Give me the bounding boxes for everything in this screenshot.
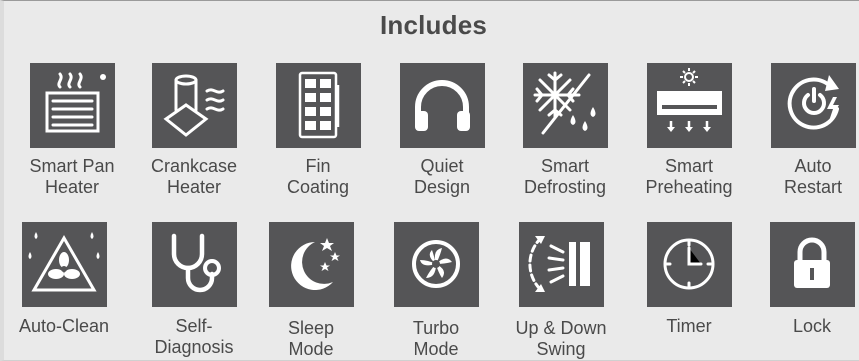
feature-label: Smart Defrosting [523, 156, 607, 197]
feature-label: Lock [792, 316, 832, 336]
feature-label: Turbo Mode [412, 318, 460, 359]
feature-label: Quiet Design [413, 156, 471, 197]
smart-defrosting-icon [523, 63, 608, 148]
section-title: Includes [379, 10, 488, 40]
feature-label: Fin Coating [286, 156, 350, 197]
turbo-mode-icon [394, 222, 479, 307]
feature-label: Up & Down Swing [515, 318, 607, 359]
auto-clean-icon [22, 222, 107, 307]
feature-label: Sleep Mode [287, 318, 335, 359]
feature-label: Smart Pan Heater [29, 156, 115, 197]
feature-label: Timer [666, 316, 712, 336]
feature-label: Crankcase Heater [150, 156, 238, 197]
timer-icon [647, 222, 732, 307]
quiet-design-icon [400, 63, 485, 148]
feature-label: Auto-Clean [18, 316, 110, 336]
feature-label: Self- Diagnosis [154, 316, 234, 357]
features-panel: Includes Smart Pan Heater Crankcase Heat… [0, 0, 859, 361]
fin-coating-icon [276, 63, 361, 148]
feature-label: Smart Preheating [645, 156, 733, 197]
sleep-mode-icon [269, 222, 354, 307]
self-diagnosis-icon [152, 222, 237, 307]
smart-pan-heater-icon [30, 63, 115, 148]
up-down-swing-icon [519, 222, 604, 307]
smart-preheating-icon [647, 63, 732, 148]
auto-restart-icon [771, 63, 856, 148]
feature-label: Auto Restart [783, 156, 843, 197]
lock-icon [770, 222, 855, 307]
crankcase-heater-icon [152, 63, 237, 148]
